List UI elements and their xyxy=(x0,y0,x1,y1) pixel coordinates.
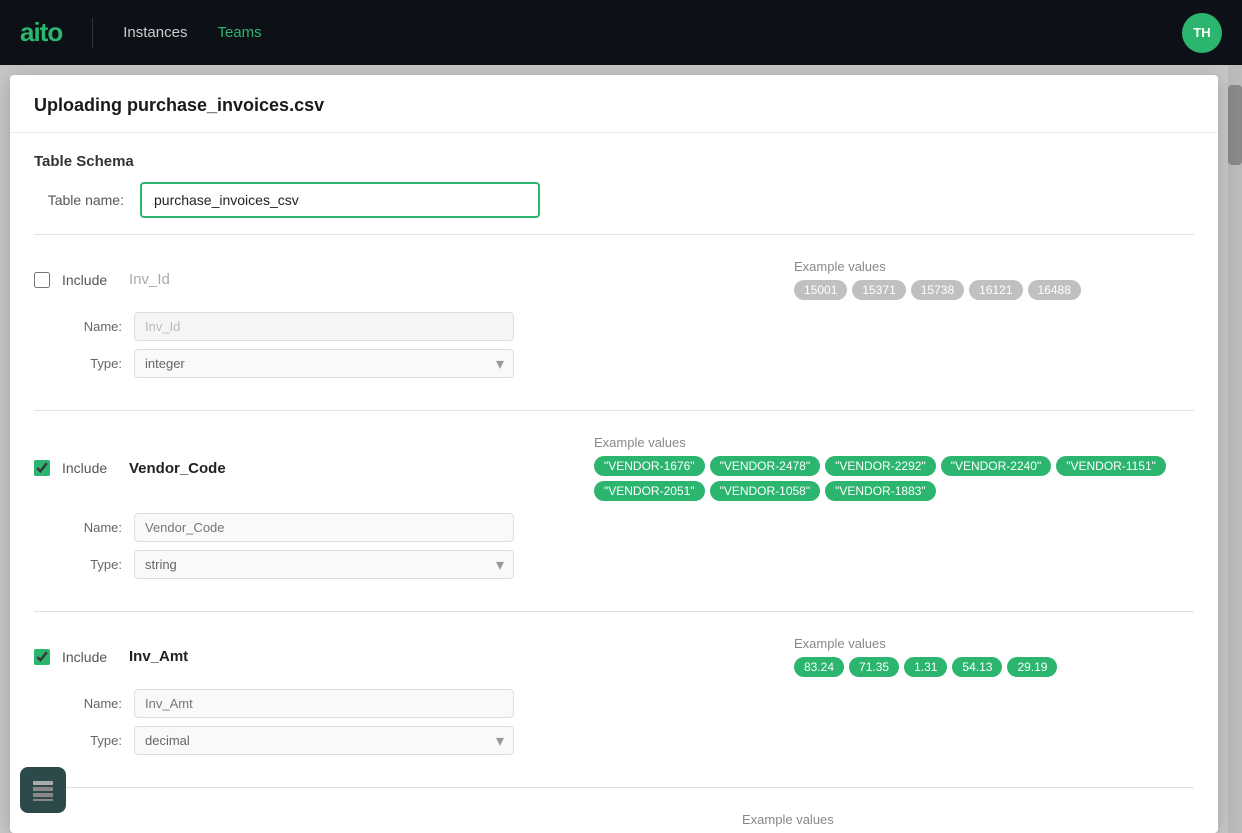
example-values-label-inv-amt: Example values xyxy=(794,636,1194,651)
example-section-inv-id: Example values 15001 15371 15738 16121 1… xyxy=(794,259,1194,300)
tag-v1058: "VENDOR-1058" xyxy=(710,481,821,501)
type-label-vendor-code: Type: xyxy=(62,557,122,572)
include-label-vendor-code: Include xyxy=(62,460,117,476)
tag-16488: 16488 xyxy=(1028,280,1081,300)
name-label-vendor-code: Name: xyxy=(62,520,122,535)
table-icon xyxy=(31,778,55,802)
tag-v2051: "VENDOR-2051" xyxy=(594,481,705,501)
name-row-inv-id: Name: xyxy=(62,312,1194,341)
tag-v2240: "VENDOR-2240" xyxy=(941,456,1052,476)
tag-v1676: "VENDOR-1676" xyxy=(594,456,705,476)
modal-header: Uploading purchase_invoices.csv xyxy=(10,75,1218,133)
field-header-vendor-code: Include Vendor_Code Example values "VEND… xyxy=(34,435,1194,501)
table-name-label: Table name: xyxy=(34,192,124,208)
separator-1 xyxy=(34,234,1194,235)
modal-title: Uploading purchase_invoices.csv xyxy=(34,95,1194,116)
tag-16121: 16121 xyxy=(969,280,1022,300)
type-row-inv-amt: Type: integer string decimal boolean xyxy=(62,726,1194,755)
nav-teams[interactable]: Teams xyxy=(217,24,261,41)
name-label-inv-amt: Name: xyxy=(62,696,122,711)
type-row-inv-id: Type: integer string decimal boolean xyxy=(62,349,1194,378)
type-select-inv-id[interactable]: integer string decimal boolean xyxy=(134,349,514,378)
tag-15738: 15738 xyxy=(911,280,964,300)
field-row-item-desc: Include Item_Description Example values … xyxy=(34,804,1194,833)
type-select-inv-amt[interactable]: integer string decimal boolean xyxy=(134,726,514,755)
example-section-vendor-code: Example values "VENDOR-1676" "VENDOR-247… xyxy=(594,435,1194,501)
bottom-table-icon[interactable] xyxy=(20,767,66,813)
tag-v1883: "VENDOR-1883" xyxy=(825,481,936,501)
name-label-inv-id: Name: xyxy=(62,319,122,334)
tag-15371: 15371 xyxy=(852,280,905,300)
field-row-inv-amt: Include Inv_Amt Example values 83.24 71.… xyxy=(34,628,1194,771)
include-checkbox-inv-id[interactable] xyxy=(34,272,50,288)
example-section-item-desc: Example values Auto Leasing Corporate Se… xyxy=(742,812,1194,833)
type-select-wrapper-vendor-code: integer string decimal boolean xyxy=(134,550,514,579)
field-heading-inv-id: Inv_Id xyxy=(129,271,782,288)
type-row-vendor-code: Type: integer string decimal boolean xyxy=(62,550,1194,579)
top-navigation: aito Instances Teams TH xyxy=(0,0,1242,65)
separator-4 xyxy=(34,787,1194,788)
scrollbar[interactable] xyxy=(1228,65,1242,833)
example-tags-inv-amt: 83.24 71.35 1.31 54.13 29.19 xyxy=(794,657,1194,677)
field-header-inv-amt: Include Inv_Amt Example values 83.24 71.… xyxy=(34,636,1194,677)
example-values-label-item-desc: Example values xyxy=(742,812,1194,827)
include-label-inv-amt: Include xyxy=(62,649,117,665)
field-heading-inv-amt: Inv_Amt xyxy=(129,648,782,665)
type-label-inv-id: Type: xyxy=(62,356,122,371)
tag-54: 54.13 xyxy=(952,657,1002,677)
example-values-label-vendor-code: Example values xyxy=(594,435,1194,450)
nav-instances[interactable]: Instances xyxy=(123,24,187,41)
name-input-inv-amt[interactable] xyxy=(134,689,514,718)
nav-divider xyxy=(92,18,93,48)
name-input-vendor-code[interactable] xyxy=(134,513,514,542)
name-row-inv-amt: Name: xyxy=(62,689,1194,718)
example-values-label-inv-id: Example values xyxy=(794,259,1194,274)
separator-2 xyxy=(34,410,1194,411)
field-header-item-desc: Include Item_Description Example values … xyxy=(34,812,1194,833)
avatar: TH xyxy=(1182,13,1222,53)
tag-v2478: "VENDOR-2478" xyxy=(710,456,821,476)
tag-83: 83.24 xyxy=(794,657,844,677)
type-select-vendor-code[interactable]: integer string decimal boolean xyxy=(134,550,514,579)
table-name-input[interactable] xyxy=(140,182,540,218)
field-row-inv-id: Include Inv_Id Example values 15001 1537… xyxy=(34,251,1194,394)
upload-modal: Uploading purchase_invoices.csv Table Sc… xyxy=(10,75,1218,833)
field-heading-vendor-code: Vendor_Code xyxy=(129,460,582,477)
tag-29: 29.19 xyxy=(1007,657,1057,677)
tag-71: 71.35 xyxy=(849,657,899,677)
name-row-vendor-code: Name: xyxy=(62,513,1194,542)
separator-3 xyxy=(34,611,1194,612)
type-label-inv-amt: Type: xyxy=(62,733,122,748)
table-name-row: Table name: xyxy=(34,182,1194,218)
include-checkbox-inv-amt[interactable] xyxy=(34,649,50,665)
scrollbar-thumb[interactable] xyxy=(1228,85,1242,165)
section-title: Table Schema xyxy=(34,153,1194,170)
page-background: Uploading purchase_invoices.csv Table Sc… xyxy=(0,65,1242,833)
modal-body: Table Schema Table name: Include Inv_Id … xyxy=(10,153,1218,833)
field-row-vendor-code: Include Vendor_Code Example values "VEND… xyxy=(34,427,1194,595)
field-header-inv-id: Include Inv_Id Example values 15001 1537… xyxy=(34,259,1194,300)
example-tags-vendor-code: "VENDOR-1676" "VENDOR-2478" "VENDOR-2292… xyxy=(594,456,1194,501)
logo: aito xyxy=(20,17,62,48)
example-section-inv-amt: Example values 83.24 71.35 1.31 54.13 29… xyxy=(794,636,1194,677)
type-select-wrapper-inv-id: integer string decimal boolean xyxy=(134,349,514,378)
type-select-wrapper-inv-amt: integer string decimal boolean xyxy=(134,726,514,755)
tag-15001: 15001 xyxy=(794,280,847,300)
tag-v1151: "VENDOR-1151" xyxy=(1056,456,1166,476)
include-checkbox-vendor-code[interactable] xyxy=(34,460,50,476)
name-input-inv-id[interactable] xyxy=(134,312,514,341)
include-label-inv-id: Include xyxy=(62,272,117,288)
modal-overlay: Uploading purchase_invoices.csv Table Sc… xyxy=(0,65,1228,833)
tag-v2292: "VENDOR-2292" xyxy=(825,456,936,476)
tag-1: 1.31 xyxy=(904,657,947,677)
example-tags-inv-id: 15001 15371 15738 16121 16488 xyxy=(794,280,1194,300)
